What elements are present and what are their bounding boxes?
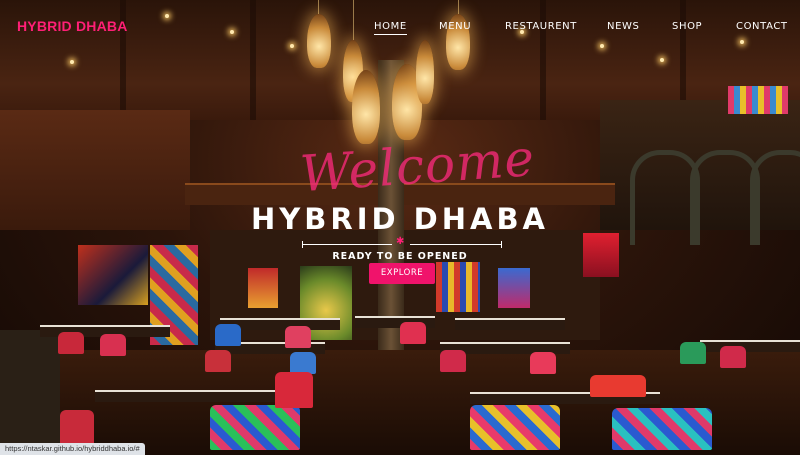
chair — [205, 350, 231, 372]
nav-restaurent[interactable]: RESTAURENT — [505, 21, 577, 32]
chair — [720, 346, 746, 368]
explore-button[interactable]: EXPLORE — [369, 263, 435, 284]
chair — [100, 334, 126, 356]
divider-line — [302, 244, 392, 245]
browser-status-url: https://ntaskar.github.io/hybriddhaba.io… — [0, 443, 145, 455]
chair — [215, 324, 241, 346]
nav-home[interactable]: HOME — [374, 21, 407, 35]
dining-table — [455, 318, 565, 330]
chair — [470, 405, 560, 450]
chair — [58, 332, 84, 354]
chair — [400, 322, 426, 344]
chair — [612, 408, 712, 450]
wall-artwork — [728, 86, 788, 114]
nav-shop[interactable]: SHOP — [672, 21, 702, 32]
chair — [680, 342, 706, 364]
hero-title: HYBRID DHABA — [251, 202, 549, 236]
hanging-lamp — [352, 70, 380, 144]
wall-artwork — [436, 262, 480, 312]
chair — [275, 372, 313, 408]
ceiling-light — [660, 58, 664, 62]
chair — [440, 350, 466, 372]
divider-end — [501, 241, 502, 248]
dining-table — [95, 390, 305, 402]
chair — [590, 375, 646, 397]
chair — [285, 326, 311, 348]
chair — [290, 352, 316, 374]
ceiling-light — [70, 60, 74, 64]
chair — [530, 352, 556, 374]
chair — [210, 405, 300, 450]
hero-tagline: READY TO BE OPENED — [332, 251, 468, 262]
dining-table — [700, 340, 800, 352]
nav-menu[interactable]: MENU — [439, 21, 471, 32]
counter — [0, 330, 60, 455]
divider-line — [410, 244, 502, 245]
navbar: HYBRID DHABA HOME MENU RESTAURENT NEWS S… — [0, 0, 800, 52]
nav-news[interactable]: NEWS — [607, 21, 639, 32]
star-icon: ✱ — [396, 236, 405, 247]
brand-logo[interactable]: HYBRID DHABA — [17, 18, 128, 34]
wall-artwork — [498, 268, 530, 308]
nav-contact[interactable]: CONTACT — [736, 21, 788, 32]
wall-artwork — [248, 268, 278, 308]
